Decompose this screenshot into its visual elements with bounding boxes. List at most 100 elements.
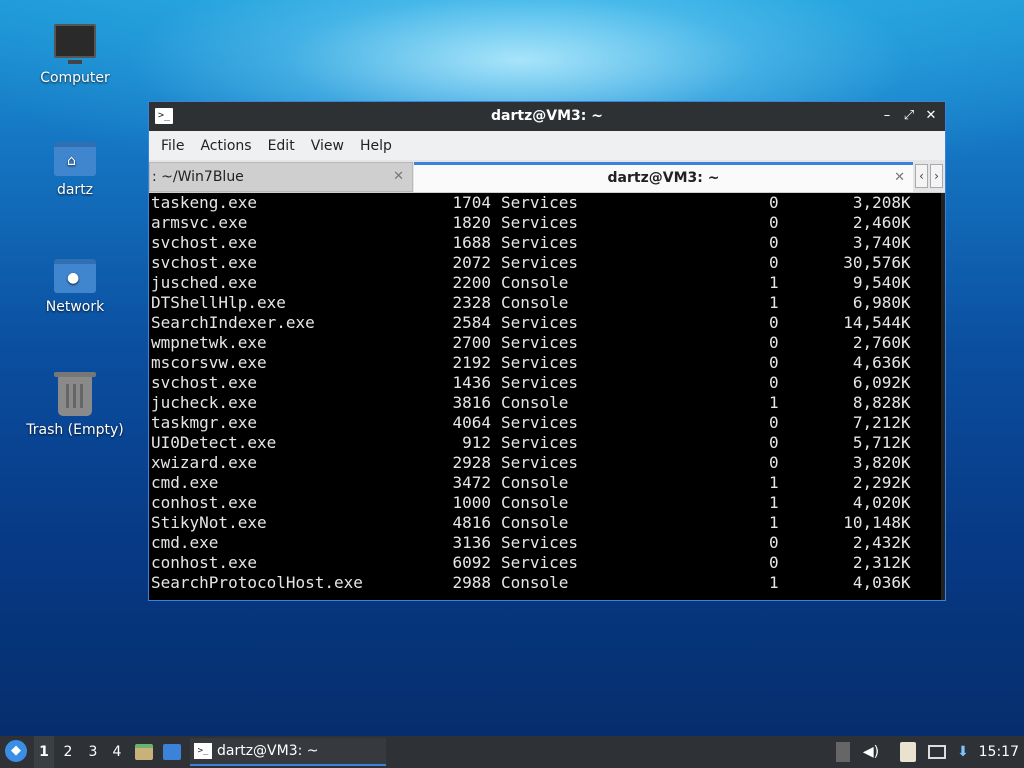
session-number: 0 — [769, 533, 779, 552]
desktop-icon-network[interactable]: ● Network — [20, 259, 130, 315]
tab-win7blue[interactable]: : ~/Win7Blue ✕ — [149, 162, 413, 192]
terminal-scrollbar[interactable] — [941, 193, 945, 600]
process-pid: 3472 — [452, 473, 491, 492]
show-desktop-icon[interactable] — [163, 744, 181, 760]
session-number: 1 — [769, 273, 779, 292]
workspace-4[interactable]: 4 — [107, 736, 127, 768]
process-pid: 2072 — [452, 253, 491, 272]
workspace-3[interactable]: 3 — [83, 736, 103, 768]
close-icon[interactable]: ✕ — [923, 107, 939, 125]
memory-unit: K — [901, 193, 911, 212]
terminal-window[interactable]: >_ dartz@VM3: ~ – ⤢ ✕ File Actions Edit … — [148, 101, 946, 601]
tab-dartz-home[interactable]: dartz@VM3: ~ ✕ — [414, 162, 913, 192]
memory-unit: K — [901, 233, 911, 252]
session-name: Console — [501, 473, 569, 492]
trash-icon — [54, 372, 96, 416]
session-number: 0 — [769, 413, 779, 432]
menu-file[interactable]: File — [153, 138, 192, 154]
terminal-line: SearchProtocolHost.exe 2988 Console 1 4,036 K — [149, 573, 945, 593]
process-name: taskmgr.exe — [151, 413, 257, 432]
desktop-icon-label: dartz — [56, 182, 94, 198]
memory-unit: K — [901, 473, 911, 492]
memory-unit: K — [901, 253, 911, 272]
memory-usage: 7,212 — [852, 413, 901, 432]
process-name: UI0Detect.exe — [151, 433, 277, 452]
workspace-1[interactable]: 1 — [34, 736, 54, 768]
memory-usage: 6,980 — [852, 293, 901, 312]
memory-unit: K — [901, 293, 911, 312]
memory-unit: K — [901, 273, 911, 292]
session-name: Services — [501, 253, 579, 272]
tray-eject-icon[interactable] — [836, 742, 850, 762]
session-number: 0 — [769, 193, 779, 212]
memory-unit: K — [901, 393, 911, 412]
memory-usage: 4,036 — [852, 573, 901, 592]
menu-bar: File Actions Edit View Help — [149, 131, 945, 160]
terminal-icon: >_ — [194, 743, 212, 759]
taskbar-task-terminal[interactable]: >_ dartz@VM3: ~ — [190, 738, 386, 766]
menu-view[interactable]: View — [303, 138, 352, 154]
process-name: conhost.exe — [151, 553, 257, 572]
memory-usage: 5,712 — [852, 433, 901, 452]
process-name: svchost.exe — [151, 233, 257, 252]
workspace-2[interactable]: 2 — [58, 736, 78, 768]
memory-unit: K — [901, 453, 911, 472]
memory-unit: K — [901, 533, 911, 552]
file-manager-icon[interactable] — [135, 744, 153, 760]
memory-usage: 30,576 — [843, 253, 901, 272]
session-name: Services — [501, 553, 579, 572]
tab-close-icon[interactable]: ✕ — [894, 165, 905, 191]
tab-scroll-left-icon[interactable]: ‹ — [915, 164, 928, 188]
session-name: Console — [501, 513, 569, 532]
memory-usage: 2,292 — [852, 473, 901, 492]
process-name: cmd.exe — [151, 533, 219, 552]
update-notifier-icon[interactable]: ⬇ — [954, 742, 972, 762]
desktop-icon-label: Trash (Empty) — [26, 422, 124, 438]
session-number: 1 — [769, 573, 779, 592]
terminal-output[interactable]: taskeng.exe 1704 Services 0 3,208 Karmsvc.exe… — [149, 193, 945, 600]
session-number: 0 — [769, 253, 779, 272]
menu-edit[interactable]: Edit — [260, 138, 303, 154]
memory-usage: 2,432 — [852, 533, 901, 552]
clock[interactable]: 15:17 — [979, 744, 1019, 760]
tab-label: dartz@VM3: ~ — [607, 170, 720, 186]
desktop-icon-home[interactable]: ⌂ dartz — [20, 142, 130, 198]
terminal-line: conhost.exe 6092 Services 0 2,312 K — [149, 553, 945, 573]
terminal-line: SearchIndexer.exe 2584 Services 0 14,544 K — [149, 313, 945, 333]
minimize-icon[interactable]: – — [879, 107, 895, 125]
desktop-icon-trash[interactable]: Trash (Empty) — [20, 372, 130, 438]
session-number: 1 — [769, 393, 779, 412]
process-pid: 2928 — [452, 453, 491, 472]
session-name: Services — [501, 193, 579, 212]
menu-actions[interactable]: Actions — [192, 138, 259, 154]
process-pid: 2700 — [452, 333, 491, 352]
memory-unit: K — [901, 553, 911, 572]
taskbar: ◆ 1 2 3 4 >_ dartz@VM3: ~ ◀) ⬇ 15:17 — [0, 736, 1024, 768]
maximize-icon[interactable]: ⤢ — [901, 107, 917, 125]
session-name: Services — [501, 233, 579, 252]
volume-icon[interactable]: ◀) — [862, 742, 880, 762]
process-name: SearchProtocolHost.exe — [151, 573, 363, 592]
process-pid: 4816 — [452, 513, 491, 532]
memory-unit: K — [901, 353, 911, 372]
desktop-icon-computer[interactable]: Computer — [20, 24, 130, 86]
memory-usage: 2,460 — [852, 213, 901, 232]
window-titlebar[interactable]: >_ dartz@VM3: ~ – ⤢ ✕ — [149, 102, 945, 131]
memory-unit: K — [901, 213, 911, 232]
process-name: svchost.exe — [151, 373, 257, 392]
clipboard-icon[interactable] — [900, 742, 916, 762]
process-pid: 2328 — [452, 293, 491, 312]
network-icon[interactable] — [928, 745, 946, 759]
tab-close-icon[interactable]: ✕ — [393, 163, 404, 191]
tab-scroll-right-icon[interactable]: › — [930, 164, 943, 188]
process-pid: 1688 — [452, 233, 491, 252]
session-number: 0 — [769, 553, 779, 572]
process-pid: 3816 — [452, 393, 491, 412]
terminal-line: svchost.exe 1688 Services 0 3,740 K — [149, 233, 945, 253]
memory-usage: 9,540 — [852, 273, 901, 292]
terminal-line: jusched.exe 2200 Console 1 9,540 K — [149, 273, 945, 293]
memory-unit: K — [901, 413, 911, 432]
start-menu-icon[interactable]: ◆ — [5, 740, 27, 762]
menu-help[interactable]: Help — [352, 138, 400, 154]
memory-usage: 4,020 — [852, 493, 901, 512]
